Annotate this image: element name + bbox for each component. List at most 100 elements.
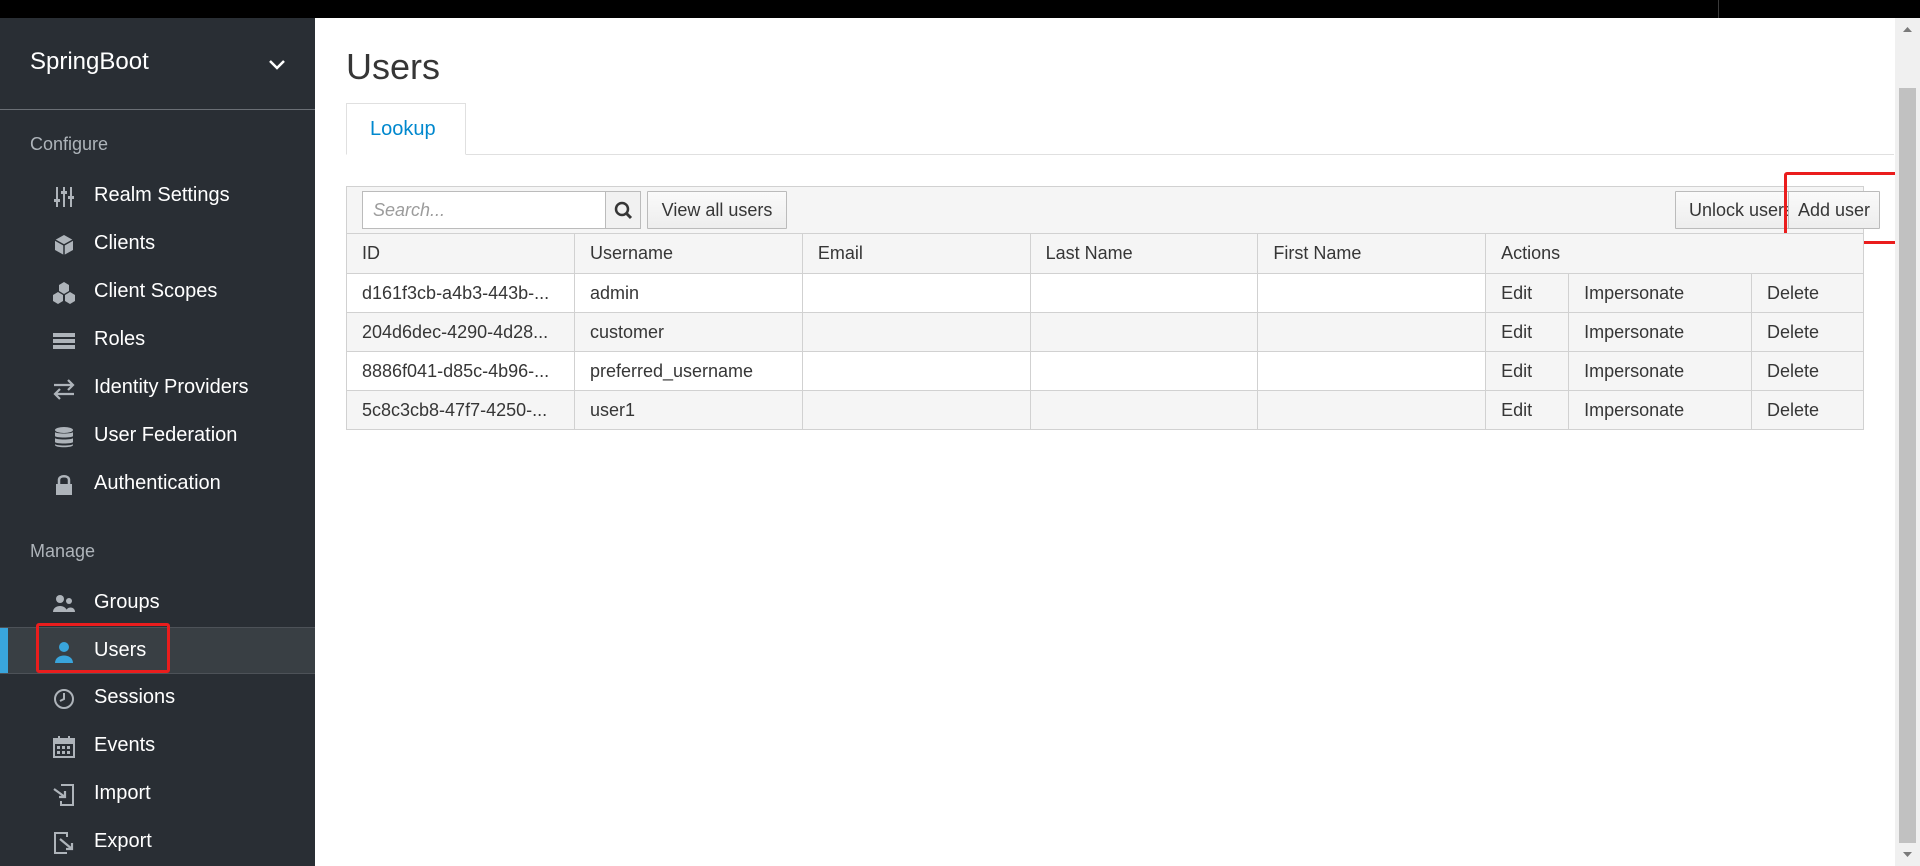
top-bar-divider — [1718, 0, 1719, 18]
configure-section-title: Configure — [30, 134, 109, 154]
column-header-last-name[interactable]: Last Name — [1029, 233, 1259, 274]
sidebar: SpringBoot Configure Realm Settings Clie… — [0, 18, 315, 866]
sidebar-item-realm-settings[interactable]: Realm Settings — [0, 173, 315, 220]
table-header-row: ID Username Email Last Name First Name A… — [346, 233, 1864, 274]
username-cell: user1 — [573, 390, 803, 430]
sidebar-item-label: Roles — [94, 328, 146, 350]
impersonate-button[interactable]: Impersonate — [1568, 273, 1752, 313]
cube-icon — [54, 235, 74, 255]
sidebar-item-groups[interactable]: Groups — [0, 580, 315, 627]
cubes-icon — [53, 282, 75, 304]
scrollbar-thumb[interactable] — [1899, 88, 1916, 843]
last-name-cell — [1029, 273, 1259, 313]
sidebar-item-label: Clients — [94, 232, 156, 254]
import-icon — [53, 784, 74, 806]
sidebar-item-export[interactable]: Export — [0, 819, 315, 866]
top-bar — [0, 0, 1920, 18]
users-table: ID Username Email Last Name First Name A… — [346, 233, 1864, 430]
sidebar-item-label: Realm Settings — [94, 184, 230, 206]
sidebar-item-sessions[interactable]: Sessions — [0, 675, 315, 722]
sidebar-item-events[interactable]: Events — [0, 723, 315, 770]
user-id-link[interactable]: 8886f041-d85c-4b96-... — [346, 351, 575, 391]
sidebar-item-clients[interactable]: Clients — [0, 221, 315, 268]
sidebar-item-label: Sessions — [94, 686, 176, 708]
impersonate-button[interactable]: Impersonate — [1568, 312, 1752, 352]
sidebar-item-identity-providers[interactable]: Identity Providers — [0, 365, 315, 412]
username-cell: admin — [573, 273, 803, 313]
edit-button[interactable]: Edit — [1485, 273, 1570, 313]
list-icon — [53, 333, 75, 349]
impersonate-button[interactable]: Impersonate — [1568, 390, 1752, 430]
sidebar-item-authentication[interactable]: Authentication — [0, 461, 315, 508]
delete-button[interactable]: Delete — [1751, 312, 1864, 352]
edit-button[interactable]: Edit — [1485, 351, 1570, 391]
table-row: 5c8c3cb8-47f7-4250-... user1 Edit Impers… — [346, 390, 1864, 430]
email-cell — [801, 273, 1031, 313]
user-id-link[interactable]: d161f3cb-a4b3-443b-... — [346, 273, 575, 313]
table-row: 204d6dec-4290-4d28... customer Edit Impe… — [346, 312, 1864, 352]
email-cell — [801, 351, 1031, 391]
view-all-users-button[interactable]: View all users — [647, 191, 787, 229]
chevron-down-icon — [269, 60, 285, 70]
tab-lookup[interactable]: Lookup — [346, 103, 466, 155]
first-name-cell — [1257, 312, 1487, 352]
clock-icon — [54, 689, 74, 709]
user-id-link[interactable]: 5c8c3cb8-47f7-4250-... — [346, 390, 575, 430]
lock-icon — [56, 475, 72, 495]
search-button[interactable] — [605, 191, 641, 229]
scroll-up-arrow-icon[interactable] — [1895, 18, 1920, 40]
column-header-email[interactable]: Email — [801, 233, 1031, 274]
users-icon — [53, 595, 75, 612]
column-header-actions: Actions — [1485, 233, 1864, 274]
sidebar-item-label: Authentication — [94, 472, 221, 494]
sidebar-item-label: Events — [94, 734, 156, 756]
delete-button[interactable]: Delete — [1751, 351, 1864, 391]
page-title: Users — [346, 46, 441, 87]
first-name-cell — [1257, 273, 1487, 313]
delete-button[interactable]: Delete — [1751, 273, 1864, 313]
email-cell — [801, 390, 1031, 430]
sidebar-item-roles[interactable]: Roles — [0, 317, 315, 364]
active-indicator — [0, 628, 8, 673]
column-header-username[interactable]: Username — [573, 233, 803, 274]
main-content: Users Lookup View all users Unlock users… — [315, 18, 1898, 866]
highlight-box-users — [36, 623, 170, 673]
realm-selector[interactable]: SpringBoot — [0, 18, 315, 110]
vertical-scrollbar[interactable] — [1895, 18, 1920, 866]
sliders-icon — [54, 187, 74, 207]
first-name-cell — [1257, 390, 1487, 430]
realm-name: SpringBoot — [30, 48, 149, 75]
last-name-cell — [1029, 312, 1259, 352]
search-input[interactable] — [362, 191, 606, 229]
table-row: 8886f041-d85c-4b96-... preferred_usernam… — [346, 351, 1864, 391]
user-id-link[interactable]: 204d6dec-4290-4d28... — [346, 312, 575, 352]
column-header-first-name[interactable]: First Name — [1257, 233, 1487, 274]
first-name-cell — [1257, 351, 1487, 391]
sidebar-item-label: Groups — [94, 591, 160, 613]
sidebar-item-label: Client Scopes — [94, 280, 218, 302]
sidebar-item-label: Import — [94, 782, 151, 804]
last-name-cell — [1029, 390, 1259, 430]
column-header-id[interactable]: ID — [346, 233, 575, 274]
exchange-icon — [53, 379, 75, 400]
delete-button[interactable]: Delete — [1751, 390, 1864, 430]
users-toolbar: View all users Unlock users Add user — [346, 172, 1898, 244]
manage-section-title: Manage — [30, 541, 96, 561]
tab-label: Lookup — [370, 118, 436, 140]
scroll-down-arrow-icon[interactable] — [1895, 844, 1920, 866]
search-icon — [614, 201, 633, 220]
username-cell: customer — [573, 312, 803, 352]
export-icon — [54, 832, 74, 854]
sidebar-item-label: User Federation — [94, 424, 238, 446]
edit-button[interactable]: Edit — [1485, 312, 1570, 352]
calendar-icon — [53, 736, 75, 758]
sidebar-item-user-federation[interactable]: User Federation — [0, 413, 315, 460]
database-icon — [55, 427, 73, 448]
sidebar-item-import[interactable]: Import — [0, 771, 315, 818]
table-row: d161f3cb-a4b3-443b-... admin Edit Impers… — [346, 273, 1864, 313]
sidebar-item-label: Identity Providers — [94, 376, 249, 398]
impersonate-button[interactable]: Impersonate — [1568, 351, 1752, 391]
sidebar-item-client-scopes[interactable]: Client Scopes — [0, 269, 315, 316]
edit-button[interactable]: Edit — [1485, 390, 1570, 430]
tabs-divider — [346, 154, 1894, 155]
